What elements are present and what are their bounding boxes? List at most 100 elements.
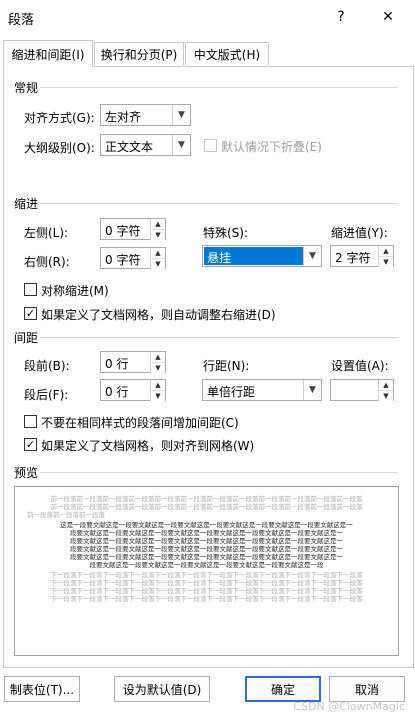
left-indent-label: 左侧(L): (24, 226, 69, 240)
tab-line-page-breaks[interactable]: 换行和分页(P) (94, 42, 184, 65)
alignment-value: 左对齐 (105, 110, 142, 124)
special-value: 悬挂 (207, 251, 232, 265)
chevron-down-icon: ▼ (172, 135, 190, 155)
spin-down-icon[interactable]: ▼ (378, 390, 393, 401)
indent-by-spinner[interactable]: 2 字符 ▲ ▼ (330, 245, 394, 267)
spin-down-icon[interactable]: ▼ (150, 229, 165, 240)
alignment-label: 对齐方式(G): (24, 111, 95, 125)
spin-down-icon[interactable]: ▼ (378, 256, 393, 267)
collapse-default-label: 默认情况下折叠(E) (221, 140, 322, 154)
preview-sample-line: 这是一段要文献这是一段要文献这是一段要文献这是一段要文献这是一段要文献这是一段要… (60, 521, 353, 529)
watermark: CSDN @ClownMagic (293, 700, 405, 713)
alignment-select[interactable]: 左对齐 ▼ (100, 104, 191, 126)
special-label: 特殊(S): (203, 226, 249, 240)
space-after-value: 0 行 (105, 385, 129, 399)
section-general-heading: 常规 (14, 81, 39, 95)
tab-indents-spacing[interactable]: 缩进和间距(I) (3, 40, 93, 67)
indent-by-value: 2 字符 (335, 251, 371, 265)
left-indent-spinner[interactable]: 0 字符 ▲ ▼ (100, 218, 166, 240)
divider (40, 203, 398, 204)
space-before-value: 0 行 (105, 357, 129, 371)
right-indent-value: 0 字符 (105, 253, 141, 267)
help-button[interactable]: ? (328, 6, 354, 28)
outline-label: 大纲级别(O): (24, 141, 95, 155)
preview-next-line: 下一段落下一段落下一段落下一段落下一段落下一段落下一段落下一段落下一段落下一段落… (50, 595, 363, 603)
line-spacing-label: 行距(N): (203, 359, 250, 373)
spin-down-icon[interactable]: ▼ (150, 390, 165, 401)
right-indent-spinner[interactable]: 0 字符 ▲ ▼ (100, 247, 166, 269)
section-spacing-heading: 间距 (14, 331, 39, 345)
spin-up-icon[interactable]: ▲ (378, 380, 393, 390)
preview-prev-line: 前一段落前一段落前一段落 (27, 511, 105, 519)
section-indent-heading: 缩进 (14, 197, 39, 211)
spin-down-icon[interactable]: ▼ (150, 362, 165, 373)
snap-to-grid-label: 如果定义了文档网格，则对齐到网格(W) (41, 439, 255, 453)
preview-prev-line: 前一段落前一段落前一段落前一段落前一段落前一段落前一段落前一段落前一段落前一段落… (50, 503, 363, 511)
section-preview-heading: 预览 (14, 466, 39, 480)
spin-up-icon[interactable]: ▲ (150, 352, 165, 362)
tabs-button[interactable]: 制表位(T)... (4, 676, 80, 702)
spin-up-icon[interactable]: ▲ (378, 246, 393, 256)
cancel-label: 取消 (354, 682, 379, 697)
space-before-spinner[interactable]: 0 行 ▲ ▼ (100, 351, 166, 373)
preview-next-line: 下一段落下一段落下一段落下一段落下一段落下一段落下一段落下一段落下一段落下一段落… (50, 571, 363, 579)
close-icon: ✕ (382, 9, 394, 25)
no-space-same-style-checkbox[interactable] (24, 415, 37, 428)
mirror-indent-label: 对称缩进(M) (41, 284, 109, 298)
help-icon: ? (337, 9, 345, 25)
divider (40, 87, 398, 88)
ok-label: 确定 (270, 682, 295, 697)
auto-adjust-checkbox[interactable]: ✓ (24, 307, 37, 320)
space-after-spinner[interactable]: 0 行 ▲ ▼ (100, 379, 166, 401)
outline-value: 正文文本 (105, 140, 154, 154)
preview-next-line: 下一段落下一段落下一段落下一段落下一段落下一段落下一段落下一段落下一段落下一段落… (50, 587, 363, 595)
no-space-same-style-label: 不要在相同样式的段落间增加间距(C) (41, 416, 239, 430)
spin-up-icon[interactable]: ▲ (150, 248, 165, 258)
preview-prev-line: 前一段落前一段落前一段落前一段落前一段落前一段落前一段落前一段落前一段落前一段落… (50, 495, 363, 503)
indent-by-label: 缩进值(Y): (331, 226, 388, 240)
outline-level-select[interactable]: 正文文本 ▼ (100, 134, 191, 156)
preview-sample-line: 段要文献这是一段要文献这是一段要文献这是一段要文献这是一段要文献这是一段要文献这… (70, 537, 343, 545)
check-icon: ✓ (25, 307, 36, 320)
set-default-button[interactable]: 设为默认值(D) (114, 676, 210, 702)
spin-up-icon[interactable]: ▲ (150, 380, 165, 390)
preview-next-line: 下一段落下一段落下一段落下一段落下一段落下一段落下一段落下一段落下一段落下一段落… (50, 579, 363, 587)
tab-label: 中文版式(H) (193, 47, 261, 62)
close-button[interactable]: ✕ (375, 6, 401, 28)
tab-bar: 缩进和间距(I) 换行和分页(P) 中文版式(H) (0, 40, 415, 67)
special-indent-select[interactable]: 悬挂 ▼ (202, 245, 322, 267)
preview-box: 前一段落前一段落前一段落前一段落前一段落前一段落前一段落前一段落前一段落前一段落… (14, 486, 399, 656)
divider (40, 472, 398, 473)
spin-down-icon[interactable]: ▼ (150, 258, 165, 269)
preview-sample-line: 段要文献这是一段要文献这是一段要文献这是一段要文献这是一段要文献这是一段要文献这… (70, 553, 343, 561)
set-default-label: 设为默认值(D) (122, 682, 202, 697)
space-before-label: 段前(B): (24, 359, 70, 373)
tabs-button-label: 制表位(T)... (9, 682, 75, 697)
auto-adjust-label: 如果定义了文档网格，则自动调整右缩进(D) (41, 308, 276, 322)
chevron-down-icon: ▼ (172, 105, 190, 125)
dialog-title: 段落 (8, 13, 35, 28)
chevron-down-icon: ▼ (303, 380, 321, 400)
tab-label: 缩进和间距(I) (11, 47, 85, 62)
right-indent-label: 右侧(R): (24, 255, 70, 269)
cancel-button[interactable]: 取消 (329, 676, 405, 702)
spacing-at-label: 设置值(A): (331, 359, 389, 373)
snap-to-grid-checkbox[interactable]: ✓ (24, 438, 37, 451)
preview-sample-line: 段要文献这是一段要文献这是一段要文献这是一段要文献这是一段要文献这是一段要文献这… (70, 545, 343, 553)
tab-label: 换行和分页(P) (100, 47, 178, 62)
ok-button[interactable]: 确定 (245, 676, 321, 702)
chevron-down-icon: ▼ (303, 246, 321, 266)
preview-sample-line: 段要文献这是一段要文献这是一段要文献这是一段要文献这是一段要文献这是一段 (89, 561, 324, 569)
space-after-label: 段后(F): (24, 388, 69, 402)
line-spacing-select[interactable]: 单倍行距 ▼ (202, 379, 322, 401)
collapse-default-checkbox[interactable] (204, 139, 217, 152)
spin-up-icon[interactable]: ▲ (150, 219, 165, 229)
preview-sample-line: 段要文献这是一段要文献这是一段要文献这是一段要文献这是一段要文献这是一段要文献这… (70, 529, 343, 537)
left-indent-value: 0 字符 (105, 224, 141, 238)
spacing-at-spinner[interactable]: ▲ ▼ (330, 379, 394, 401)
tab-asian-typography[interactable]: 中文版式(H) (185, 42, 269, 65)
divider (40, 337, 398, 338)
check-icon: ✓ (25, 438, 36, 451)
mirror-indent-checkbox[interactable] (24, 283, 37, 296)
line-spacing-value: 单倍行距 (207, 385, 256, 399)
